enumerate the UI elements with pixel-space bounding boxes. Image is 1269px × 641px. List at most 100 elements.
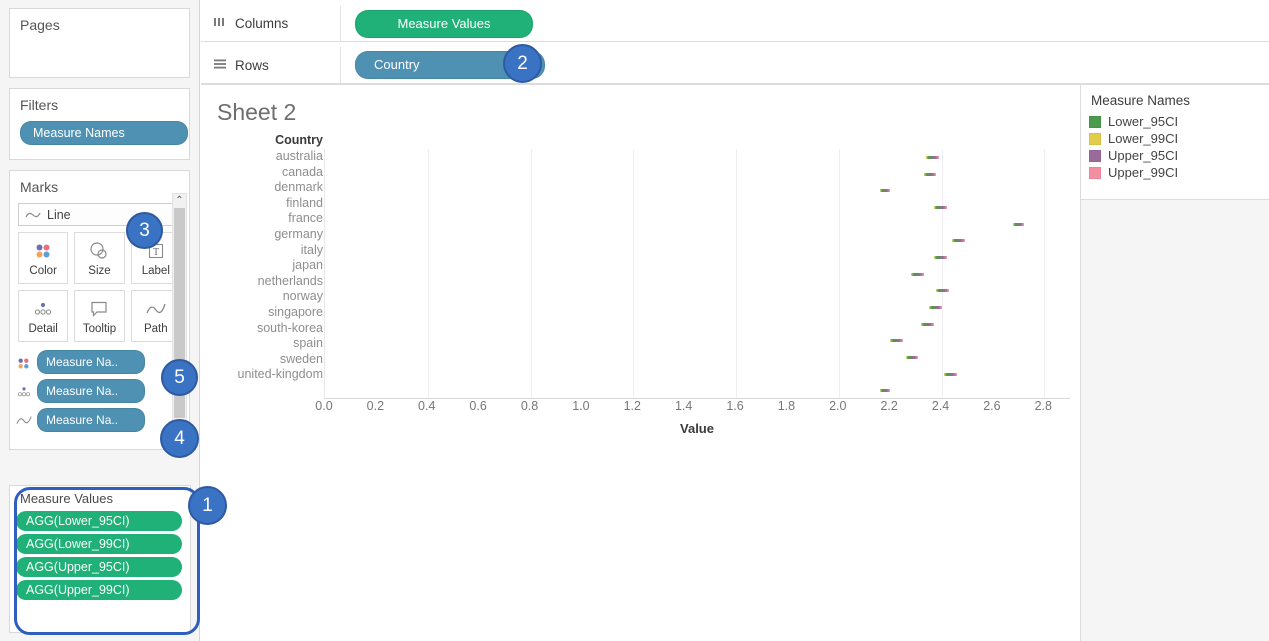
x-axis-tick-label: 2.0 — [829, 399, 847, 413]
country-row-label: singapore — [268, 304, 323, 319]
filters-title: Filters — [20, 97, 59, 113]
gridline — [427, 149, 429, 398]
country-row-label: italy — [300, 242, 323, 257]
gridline — [838, 149, 840, 398]
country-row-label: sweden — [279, 351, 323, 366]
x-axis-tick-label: 1.6 — [726, 399, 744, 413]
chart-mark[interactable] — [926, 155, 939, 159]
size-button[interactable]: Size — [74, 232, 125, 284]
legend-swatch-icon — [1089, 166, 1101, 179]
color-button[interactable]: Color — [18, 232, 69, 284]
filters-shelf[interactable]: Measure Names — [10, 119, 189, 147]
path-button-label: Path — [143, 322, 168, 335]
country-row-label: japan — [292, 258, 323, 273]
x-axis-tick-label: 0.8 — [520, 399, 539, 413]
gridline — [1044, 149, 1046, 398]
color-button-label: Color — [29, 264, 57, 277]
country-axis-header: Country — [275, 133, 323, 147]
marks-shelf: Measure Na.. Measure Na.. Measure Na.. — [10, 348, 189, 432]
plot-region[interactable] — [324, 149, 1070, 399]
tooltip-button[interactable]: Tooltip — [74, 290, 125, 342]
country-row-label: canada — [281, 164, 323, 179]
sheet-title: Sheet 2 — [217, 99, 297, 125]
marks-card: Marks Line Color Size T Label Detail Too… — [9, 170, 190, 450]
country-row-labels: australia canada denmark finland france germa… — [201, 149, 323, 383]
legend-item-label: Lower_95CI — [1108, 114, 1179, 129]
x-axis-tick-label: 2.2 — [880, 399, 898, 413]
legend-item[interactable]: Upper_95CI — [1081, 148, 1269, 165]
annotation-badge-2: 2 — [503, 44, 542, 83]
annotation-badge-4: 4 — [160, 419, 199, 458]
scroll-up-icon[interactable]: ⌃ — [175, 194, 183, 208]
svg-text:T: T — [153, 247, 159, 258]
tooltip-icon — [89, 298, 109, 320]
marks-shelf-row-color[interactable]: Measure Na.. — [16, 350, 181, 374]
country-row-label: south-korea — [256, 320, 323, 335]
chart-mark[interactable] — [951, 239, 965, 243]
detail-icon — [16, 385, 32, 397]
legend-swatch-icon — [1089, 115, 1101, 128]
x-axis-tick-label: 1.0 — [572, 399, 590, 413]
chart-mark[interactable] — [921, 322, 934, 326]
legend-title: Measure Names — [1091, 93, 1191, 108]
marks-shelf-row-path[interactable]: Measure Na.. — [16, 408, 181, 432]
legend-item[interactable]: Lower_95CI — [1081, 114, 1269, 131]
path-icon — [145, 298, 167, 320]
gridline — [736, 149, 738, 398]
marks-pill-color[interactable]: Measure Na.. — [37, 350, 145, 374]
x-axis-tick-label: 1.4 — [674, 399, 693, 413]
chart-mark[interactable] — [933, 205, 947, 209]
marks-title: Marks — [20, 179, 59, 195]
chart-mark[interactable] — [905, 355, 919, 359]
legend-empty-area — [1080, 200, 1269, 641]
legend-item-label: Upper_99CI — [1108, 165, 1179, 180]
columns-pill-measure-values[interactable]: Measure Values — [355, 9, 533, 38]
legend-item-label: Upper_95CI — [1108, 148, 1179, 163]
legend-item-label: Lower_99CI — [1108, 131, 1179, 146]
chart-mark[interactable] — [933, 255, 947, 259]
detail-button[interactable]: Detail — [18, 290, 69, 342]
legend-item[interactable]: Upper_99CI — [1081, 165, 1269, 182]
marks-pill-detail[interactable]: Measure Na.. — [37, 379, 145, 403]
filter-pill-measure-names[interactable]: Measure Names — [20, 121, 188, 145]
line-icon — [25, 209, 41, 221]
legend-item[interactable]: Lower_99CI — [1081, 131, 1269, 148]
legend-swatch-icon — [1089, 149, 1101, 162]
measure-value-pill-lower-95ci[interactable]: AGG(Lower_95CI) — [16, 511, 182, 531]
country-row-label: spain — [293, 336, 323, 351]
country-row-label: united-kingdom — [237, 367, 323, 382]
rows-shelf[interactable]: Rows Country — [201, 47, 1269, 84]
columns-shelf[interactable]: Columns Measure Values — [201, 5, 1269, 42]
chart-mark[interactable] — [910, 272, 924, 276]
x-axis-tick-label: 0.4 — [418, 399, 436, 413]
chart-mark[interactable] — [1013, 222, 1024, 226]
marks-pill-path[interactable]: Measure Na.. — [37, 408, 145, 432]
shelves-area: Columns Measure Values Rows Country — [201, 0, 1269, 84]
columns-label-text: Columns — [235, 16, 289, 31]
measure-value-pill-lower-99ci[interactable]: AGG(Lower_99CI) — [16, 534, 182, 554]
chart-mark[interactable] — [879, 389, 891, 393]
chart-mark[interactable] — [879, 189, 891, 193]
columns-drop-zone[interactable]: Measure Values — [341, 6, 533, 41]
country-row-label: denmark — [274, 180, 323, 195]
legend-swatch-icon — [1089, 132, 1101, 145]
legend-items: Lower_95CI Lower_99CI Upper_95CI Upper_99CI — [1081, 114, 1269, 182]
chart-mark[interactable] — [928, 305, 942, 309]
x-axis-tick-label: 0.2 — [366, 399, 385, 413]
measure-value-pill-upper-99ci[interactable]: AGG(Upper_99CI) — [16, 580, 182, 600]
color-icon — [16, 356, 32, 369]
chart-mark[interactable] — [890, 339, 904, 343]
annotation-badge-3: 3 — [126, 212, 163, 249]
columns-icon — [213, 16, 227, 31]
chart-mark[interactable] — [936, 289, 950, 293]
marks-shelf-row-detail[interactable]: Measure Na.. — [16, 379, 181, 403]
measure-value-pill-upper-95ci[interactable]: AGG(Upper_95CI) — [16, 557, 182, 577]
detail-button-label: Detail — [28, 322, 58, 335]
x-axis-tick-label: 1.2 — [623, 399, 641, 413]
marks-scrollbar[interactable]: ⌃ ⌄ — [172, 193, 187, 445]
chart-mark[interactable] — [944, 372, 957, 376]
filters-card: Filters Measure Names — [9, 88, 190, 160]
chart-area: Country australia canada denmark finland fra… — [201, 133, 1080, 493]
chart-mark[interactable] — [923, 172, 937, 176]
columns-shelf-label: Columns — [201, 6, 341, 41]
